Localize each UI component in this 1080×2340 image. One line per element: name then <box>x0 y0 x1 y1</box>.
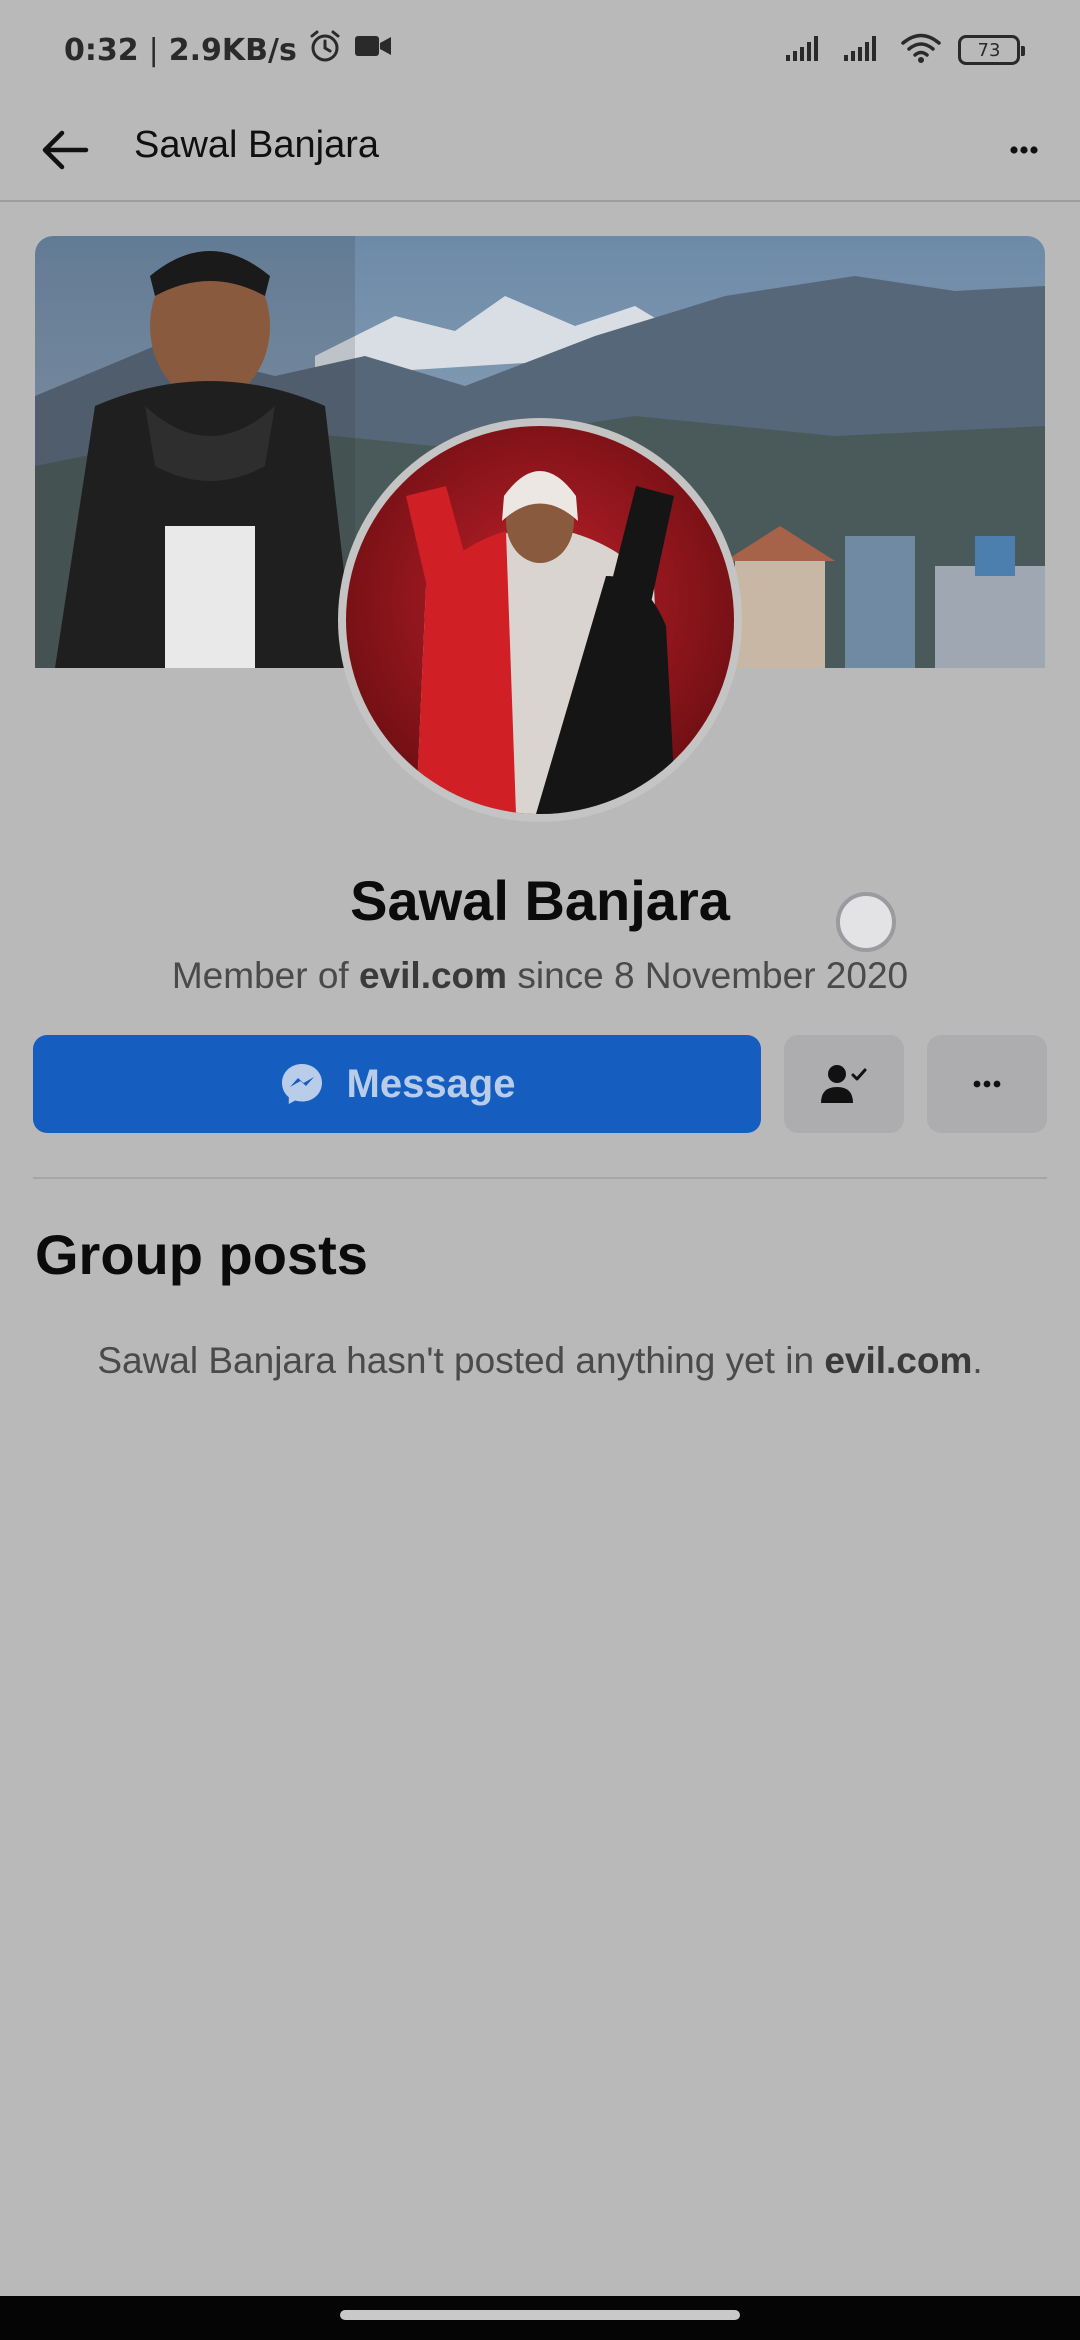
home-indicator[interactable] <box>340 2310 740 2320</box>
arrow-left-icon <box>42 130 89 170</box>
overflow-menu-button[interactable] <box>994 120 1054 180</box>
empty-posts-text: Sawal Banjara hasn't posted anything yet… <box>0 1340 1080 1382</box>
group-posts-title: Group posts <box>35 1223 368 1286</box>
alarm-icon <box>307 28 343 72</box>
status-separator: | <box>148 32 159 68</box>
more-horizontal-icon <box>973 1080 1001 1088</box>
section-divider <box>33 1177 1047 1179</box>
group-link[interactable]: evil.com <box>824 1340 972 1381</box>
group-link[interactable]: evil.com <box>359 955 507 996</box>
member-prefix: Member of <box>171 955 359 996</box>
friends-button[interactable] <box>784 1035 904 1133</box>
message-button[interactable]: Message <box>33 1035 761 1133</box>
more-horizontal-icon <box>1010 146 1038 154</box>
empty-suffix: . <box>972 1340 983 1381</box>
avatar <box>346 426 734 814</box>
page-title: Sawal Banjara <box>134 124 380 166</box>
profile-name: Sawal Banjara <box>350 869 730 932</box>
battery-level: 73 <box>977 39 1001 61</box>
profile-avatar[interactable] <box>338 418 742 822</box>
video-camera-icon <box>353 31 393 69</box>
network-speed: 2.9KB/s <box>168 32 297 68</box>
more-actions-button[interactable] <box>927 1035 1047 1133</box>
member-suffix: since 8 November 2020 <box>507 955 909 996</box>
status-right: 73 <box>784 28 1025 72</box>
status-left: 0:32 | 2.9KB/s <box>64 28 393 72</box>
status-time: 0:32 <box>64 32 139 68</box>
empty-prefix: Sawal Banjara hasn't posted anything yet… <box>97 1340 825 1381</box>
member-since-text: Member of evil.com since 8 November 2020 <box>0 955 1080 997</box>
system-nav-bar <box>0 2296 1080 2340</box>
message-label: Message <box>346 1061 516 1106</box>
wifi-icon <box>900 32 942 69</box>
app-bar: Sawal Banjara <box>0 100 1080 202</box>
person-check-icon <box>821 1065 867 1103</box>
back-button[interactable] <box>36 120 96 180</box>
signal-icon <box>784 33 826 68</box>
signal-icon <box>842 33 884 68</box>
status-bar: 0:32 | 2.9KB/s 73 <box>0 0 1080 100</box>
messenger-icon <box>281 1064 322 1104</box>
battery-icon: 73 <box>958 35 1025 65</box>
